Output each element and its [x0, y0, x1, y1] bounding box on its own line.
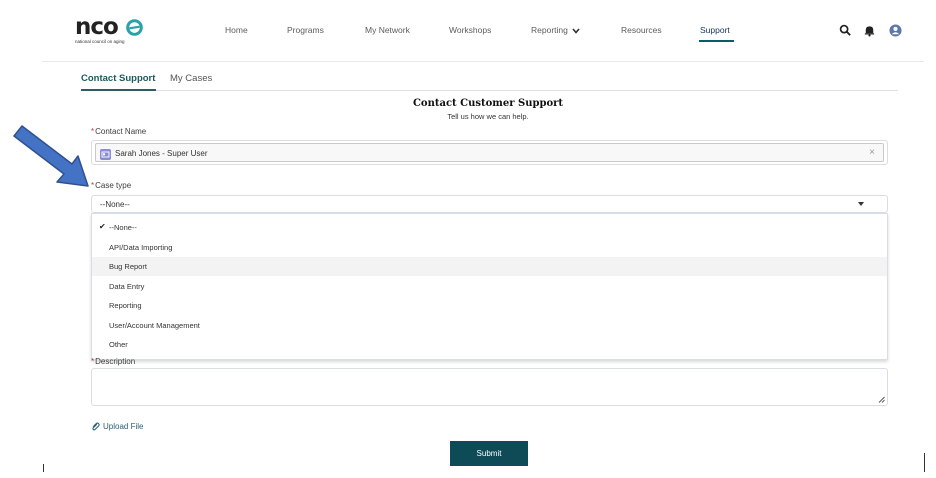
option-label: User/Account Management	[109, 321, 200, 330]
paperclip-icon	[92, 422, 100, 431]
nav-reporting-label: Reporting	[531, 25, 568, 35]
nav-programs[interactable]: Programs	[287, 25, 324, 35]
upload-file-link[interactable]: Upload File	[91, 422, 143, 431]
option-label: Data Entry	[109, 282, 145, 291]
option-label: Reporting	[109, 301, 142, 310]
nav-reporting[interactable]: Reporting	[531, 25, 580, 35]
checkmark-icon: ✔	[99, 222, 106, 231]
nav-resources[interactable]: Resources	[621, 25, 662, 35]
option-label: --None--	[109, 223, 137, 232]
case-type-option[interactable]: ✔ --None--	[92, 218, 887, 237]
description-label: *Description	[91, 357, 135, 366]
case-type-label-text: Case type	[95, 181, 132, 190]
case-type-value: --None--	[100, 200, 130, 209]
tab-active-indicator	[81, 89, 156, 91]
chevron-down-icon	[572, 28, 580, 34]
logo-subtitle: national council on aging	[75, 39, 125, 44]
description-label-text: Description	[95, 357, 136, 366]
case-type-option[interactable]: Bug Report	[92, 257, 887, 276]
option-label: Bug Report	[109, 262, 147, 271]
nav-home[interactable]: Home	[225, 25, 248, 35]
resize-handle-icon[interactable]	[878, 396, 885, 403]
option-label: Other	[109, 340, 128, 349]
dropdown-caret-icon	[858, 202, 864, 206]
form-title: Contact Customer Support	[412, 98, 564, 109]
contact-name-lookup[interactable]: Sarah Jones - Super User ×	[91, 140, 888, 165]
tab-my-cases[interactable]: My Cases	[170, 73, 212, 84]
case-type-dropdown: ✔ --None-- API/Data Importing Bug Report…	[91, 213, 888, 360]
case-type-option[interactable]: API/Data Importing	[92, 238, 887, 257]
contact-card-icon	[100, 149, 111, 160]
case-type-option[interactable]: User/Account Management	[92, 316, 887, 335]
nav-support[interactable]: Support	[700, 25, 730, 35]
search-icon[interactable]	[839, 24, 852, 37]
nav-workshops[interactable]: Workshops	[449, 25, 491, 35]
case-type-option[interactable]: Data Entry	[92, 277, 887, 296]
clear-contact-icon[interactable]: ×	[869, 147, 875, 158]
case-type-combobox[interactable]: --None--	[91, 195, 888, 213]
header-divider	[42, 61, 924, 62]
edge-marker	[924, 453, 925, 472]
tab-contact-support[interactable]: Contact Support	[81, 73, 155, 84]
user-avatar-icon[interactable]	[889, 24, 902, 37]
submit-button[interactable]: Submit	[450, 441, 528, 466]
contact-pill[interactable]: Sarah Jones - Super User ×	[95, 143, 884, 162]
tab-divider	[81, 90, 898, 91]
contact-name-value: Sarah Jones - Super User	[115, 149, 208, 158]
description-textarea[interactable]	[91, 368, 888, 406]
edge-marker	[43, 464, 44, 472]
case-type-option[interactable]: Reporting	[92, 296, 887, 315]
option-label: API/Data Importing	[109, 243, 173, 252]
annotation-arrow-icon	[13, 125, 89, 187]
nav-active-indicator	[699, 40, 734, 42]
form-subtitle: Tell us how we can help.	[447, 112, 529, 121]
nav-my-network[interactable]: My Network	[365, 25, 410, 35]
contact-name-label-text: Contact Name	[95, 127, 147, 136]
required-marker: *	[91, 357, 95, 366]
upload-file-label: Upload File	[103, 422, 144, 431]
case-type-option[interactable]: Other	[92, 335, 887, 354]
bell-icon[interactable]	[863, 24, 876, 37]
main-nav: Home Programs My Network Workshops Repor…	[0, 25, 936, 42]
